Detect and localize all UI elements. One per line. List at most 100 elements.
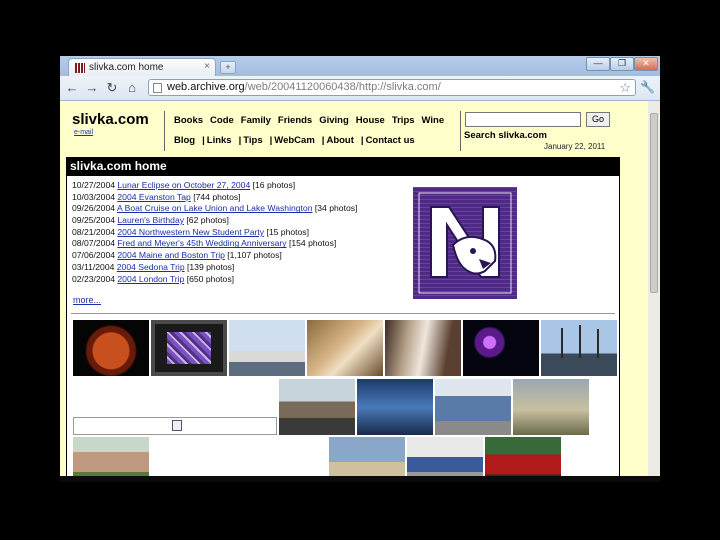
album-count: [1,107 photos] [227, 250, 282, 261]
url-host: web.archive.org [167, 81, 245, 93]
album-date: 09/26/2004 [72, 203, 116, 214]
photo-london-group[interactable] [279, 379, 355, 435]
home-icon[interactable]: ⌂ [124, 80, 140, 96]
image-placeholder [73, 417, 277, 435]
album-date: 07/06/2004 [72, 250, 116, 261]
album-date: 08/07/2004 [72, 238, 116, 249]
nav-separator: | [321, 135, 325, 146]
album-date: 10/03/2004 [72, 191, 116, 202]
nav-friends[interactable]: Friends [278, 115, 312, 126]
photo-boat-cruise[interactable] [229, 320, 305, 376]
search-label: Search slivka.com [464, 130, 547, 141]
close-window-button[interactable]: ✕ [634, 57, 658, 71]
album-row: 07/06/2004 2004 Maine and Boston Trip [1… [72, 250, 357, 262]
nav-code[interactable]: Code [210, 115, 234, 126]
wrench-icon[interactable]: 🔧 [640, 80, 655, 94]
album-link[interactable]: Fred and Meyer's 45th Wedding Anniversar… [117, 238, 286, 248]
nav-links[interactable]: Links [207, 135, 232, 146]
vertical-scrollbar[interactable] [648, 101, 660, 482]
album-count: [154 photos] [288, 238, 337, 249]
photo-lunar-eclipse[interactable] [73, 320, 149, 376]
search-input[interactable] [465, 112, 581, 127]
album-row: 09/25/2004 Lauren's Birthday [62 photos] [72, 215, 357, 227]
photo-classic-car[interactable] [435, 379, 511, 435]
nav-contact[interactable]: Contact us [366, 135, 415, 146]
current-date: January 22, 2011 [544, 142, 606, 151]
nav-wine[interactable]: Wine [422, 115, 445, 126]
nav-separator: | [202, 135, 205, 146]
photo-anniversary[interactable] [385, 320, 461, 376]
photo-rainbow[interactable] [513, 379, 589, 435]
album-date: 02/23/2004 [72, 273, 116, 284]
nav-giving[interactable]: Giving [319, 115, 349, 126]
nav-family[interactable]: Family [241, 115, 271, 126]
new-tab-button[interactable]: + [220, 61, 236, 74]
album-link[interactable]: Lunar Eclipse on October 27, 2004 [117, 180, 250, 190]
forward-icon[interactable]: → [84, 80, 100, 96]
album-list: 10/27/2004 Lunar Eclipse on October 27, … [72, 180, 357, 285]
section-header: slivka.com home [67, 158, 619, 176]
album-row: 09/26/2004 A Boat Cruise on Lake Union a… [72, 203, 357, 215]
back-icon[interactable]: ← [64, 80, 80, 96]
nav-top: Books Code Family Friends Giving House Trips Wi… [174, 115, 451, 126]
photo-dolphin[interactable] [357, 379, 433, 435]
tab-strip: slivka.com home × + — ❐ ✕ [60, 56, 660, 76]
nav-trips[interactable]: Trips [392, 115, 415, 126]
northwestern-wildcat-icon [418, 192, 512, 294]
more-link[interactable]: more... [73, 295, 101, 305]
northwestern-logo [413, 187, 517, 299]
site-brand[interactable]: slivka.com [72, 111, 149, 128]
album-count: [15 photos] [266, 226, 309, 237]
album-count: [62 photos] [186, 215, 229, 226]
email-link[interactable]: e-mail [74, 129, 93, 136]
go-button[interactable]: Go [586, 112, 610, 127]
album-date: 10/27/2004 [72, 180, 116, 190]
photo-tall-ship[interactable] [541, 320, 617, 376]
album-link[interactable]: 2004 Maine and Boston Trip [117, 250, 225, 260]
album-link[interactable]: 2004 Sedona Trip [117, 262, 185, 272]
album-row: 08/21/2004 2004 Northwestern New Student… [72, 227, 357, 239]
nav-books[interactable]: Books [174, 115, 203, 126]
album-count: [744 photos] [193, 191, 241, 202]
album-link[interactable]: 2004 Northwestern New Student Party [117, 227, 264, 237]
minimize-button[interactable]: — [586, 57, 610, 71]
album-link[interactable]: 2004 Evanston Tap [117, 192, 190, 202]
photo-fireworks[interactable] [463, 320, 539, 376]
page-viewport: slivka.com e-mail Books Code Family Friends… [60, 101, 648, 482]
nav-about[interactable]: About [326, 135, 353, 146]
header-divider [164, 111, 165, 151]
divider-line [71, 313, 615, 314]
photo-tap-screen[interactable] [151, 320, 227, 376]
tab-slivka-home[interactable]: slivka.com home × [68, 58, 216, 76]
album-row: 10/27/2004 Lunar Eclipse on October 27, … [72, 180, 357, 192]
nav-webcam[interactable]: WebCam [274, 135, 314, 146]
nav-house[interactable]: House [356, 115, 385, 126]
bookmark-star-icon[interactable]: ☆ [619, 80, 631, 96]
taskbar [60, 476, 660, 482]
page-icon [153, 83, 162, 93]
album-count: [34 photos] [314, 203, 358, 214]
album-link[interactable]: A Boat Cruise on Lake Union and Lake Was… [117, 203, 313, 213]
broken-image-icon [172, 420, 182, 431]
favicon-icon [75, 63, 85, 73]
tab-title: slivka.com home [89, 62, 164, 73]
album-row: 02/23/2004 2004 London Trip [650 photos] [72, 274, 357, 286]
url-path: /web/20041120060438/http://slivka.com/ [244, 81, 441, 93]
nav-tips[interactable]: Tips [243, 135, 262, 146]
browser-toolbar: ← → ↻ ⌂ web.archive.org/web/200411200604… [60, 76, 660, 101]
tab-close-icon[interactable]: × [204, 61, 210, 72]
browser-window: slivka.com home × + — ❐ ✕ ← → ↻ ⌂ web.ar… [60, 56, 660, 482]
nav-separator: | [269, 135, 273, 146]
album-row: 03/11/2004 2004 Sedona Trip [139 photos] [72, 262, 357, 274]
photo-birthday[interactable] [307, 320, 383, 376]
home-box: slivka.com home 10/27/2004 Lunar Eclipse… [66, 157, 620, 482]
album-date: 08/21/2004 [72, 226, 116, 237]
nav-blog[interactable]: Blog [174, 135, 195, 146]
album-link[interactable]: Lauren's Birthday [117, 215, 184, 225]
maximize-button[interactable]: ❐ [610, 57, 634, 71]
album-link[interactable]: 2004 London Trip [117, 274, 184, 284]
address-bar[interactable]: web.archive.org/web/20041120060438/http:… [148, 79, 636, 96]
reload-icon[interactable]: ↻ [104, 80, 120, 96]
scrollbar-thumb[interactable] [650, 113, 658, 293]
album-count: [139 photos] [187, 261, 235, 272]
